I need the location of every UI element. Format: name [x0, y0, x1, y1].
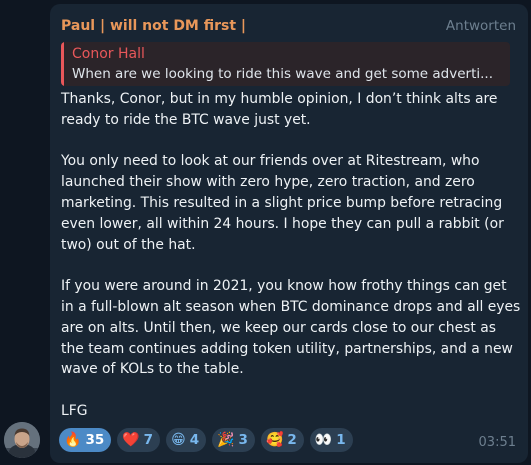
message-bubble: Paul | will not DM first | Antworten Con…: [50, 4, 528, 463]
message-text: Thanks, Conor, but in my humble opinion,…: [61, 89, 521, 443]
reaction-heart[interactable]: ❤️ 7: [117, 428, 161, 452]
sender-name[interactable]: Paul | will not DM first |: [61, 17, 246, 35]
message-paragraph: LFG: [61, 402, 88, 419]
fire-icon: 🔥: [64, 432, 82, 448]
reaction-hearts-face[interactable]: 🥰 2: [260, 428, 304, 452]
quoted-text: When are we looking to ride this wave an…: [72, 66, 494, 82]
message-paragraph: You only need to look at our friends ove…: [61, 153, 504, 253]
reaction-fire[interactable]: 🔥 35: [59, 428, 112, 452]
reaction-party[interactable]: 🎉 3: [212, 428, 255, 452]
reactions-bar: 🔥 35 ❤️ 7 😁 4 🎉 3 🥰 2 👀 1: [59, 428, 353, 452]
heart-icon: ❤️: [122, 432, 140, 448]
party-popper-icon: 🎉: [217, 432, 235, 448]
reaction-count: 1: [336, 432, 346, 448]
message-paragraph: Thanks, Conor, but in my humble opinion,…: [61, 91, 498, 128]
chat-view: Paul | will not DM first | Antworten Con…: [0, 0, 531, 465]
smiling-face-with-hearts-icon: 🥰: [265, 432, 284, 448]
reaction-count: 2: [287, 432, 297, 448]
reaction-count: 35: [85, 432, 105, 448]
avatar-photo: [4, 422, 40, 458]
reply-button[interactable]: Antworten: [446, 17, 516, 35]
reaction-count: 4: [189, 432, 200, 448]
message-paragraph: If you were around in 2021, you know how…: [61, 278, 521, 378]
quoted-message[interactable]: Conor Hall When are we looking to ride t…: [61, 42, 510, 86]
reaction-eyes[interactable]: 👀 1: [309, 428, 353, 452]
grin-icon: 😁: [171, 432, 186, 448]
message-header: Paul | will not DM first | Antworten: [61, 17, 516, 37]
message-timestamp: 03:51: [478, 435, 516, 450]
sender-avatar[interactable]: [4, 422, 40, 458]
eyes-icon: 👀: [314, 432, 333, 448]
quoted-author: Conor Hall: [72, 46, 145, 62]
quote-accent-bar: [61, 42, 64, 86]
reaction-count: 7: [143, 432, 154, 448]
reaction-grin[interactable]: 😁 4: [166, 428, 207, 452]
reaction-count: 3: [238, 432, 248, 448]
